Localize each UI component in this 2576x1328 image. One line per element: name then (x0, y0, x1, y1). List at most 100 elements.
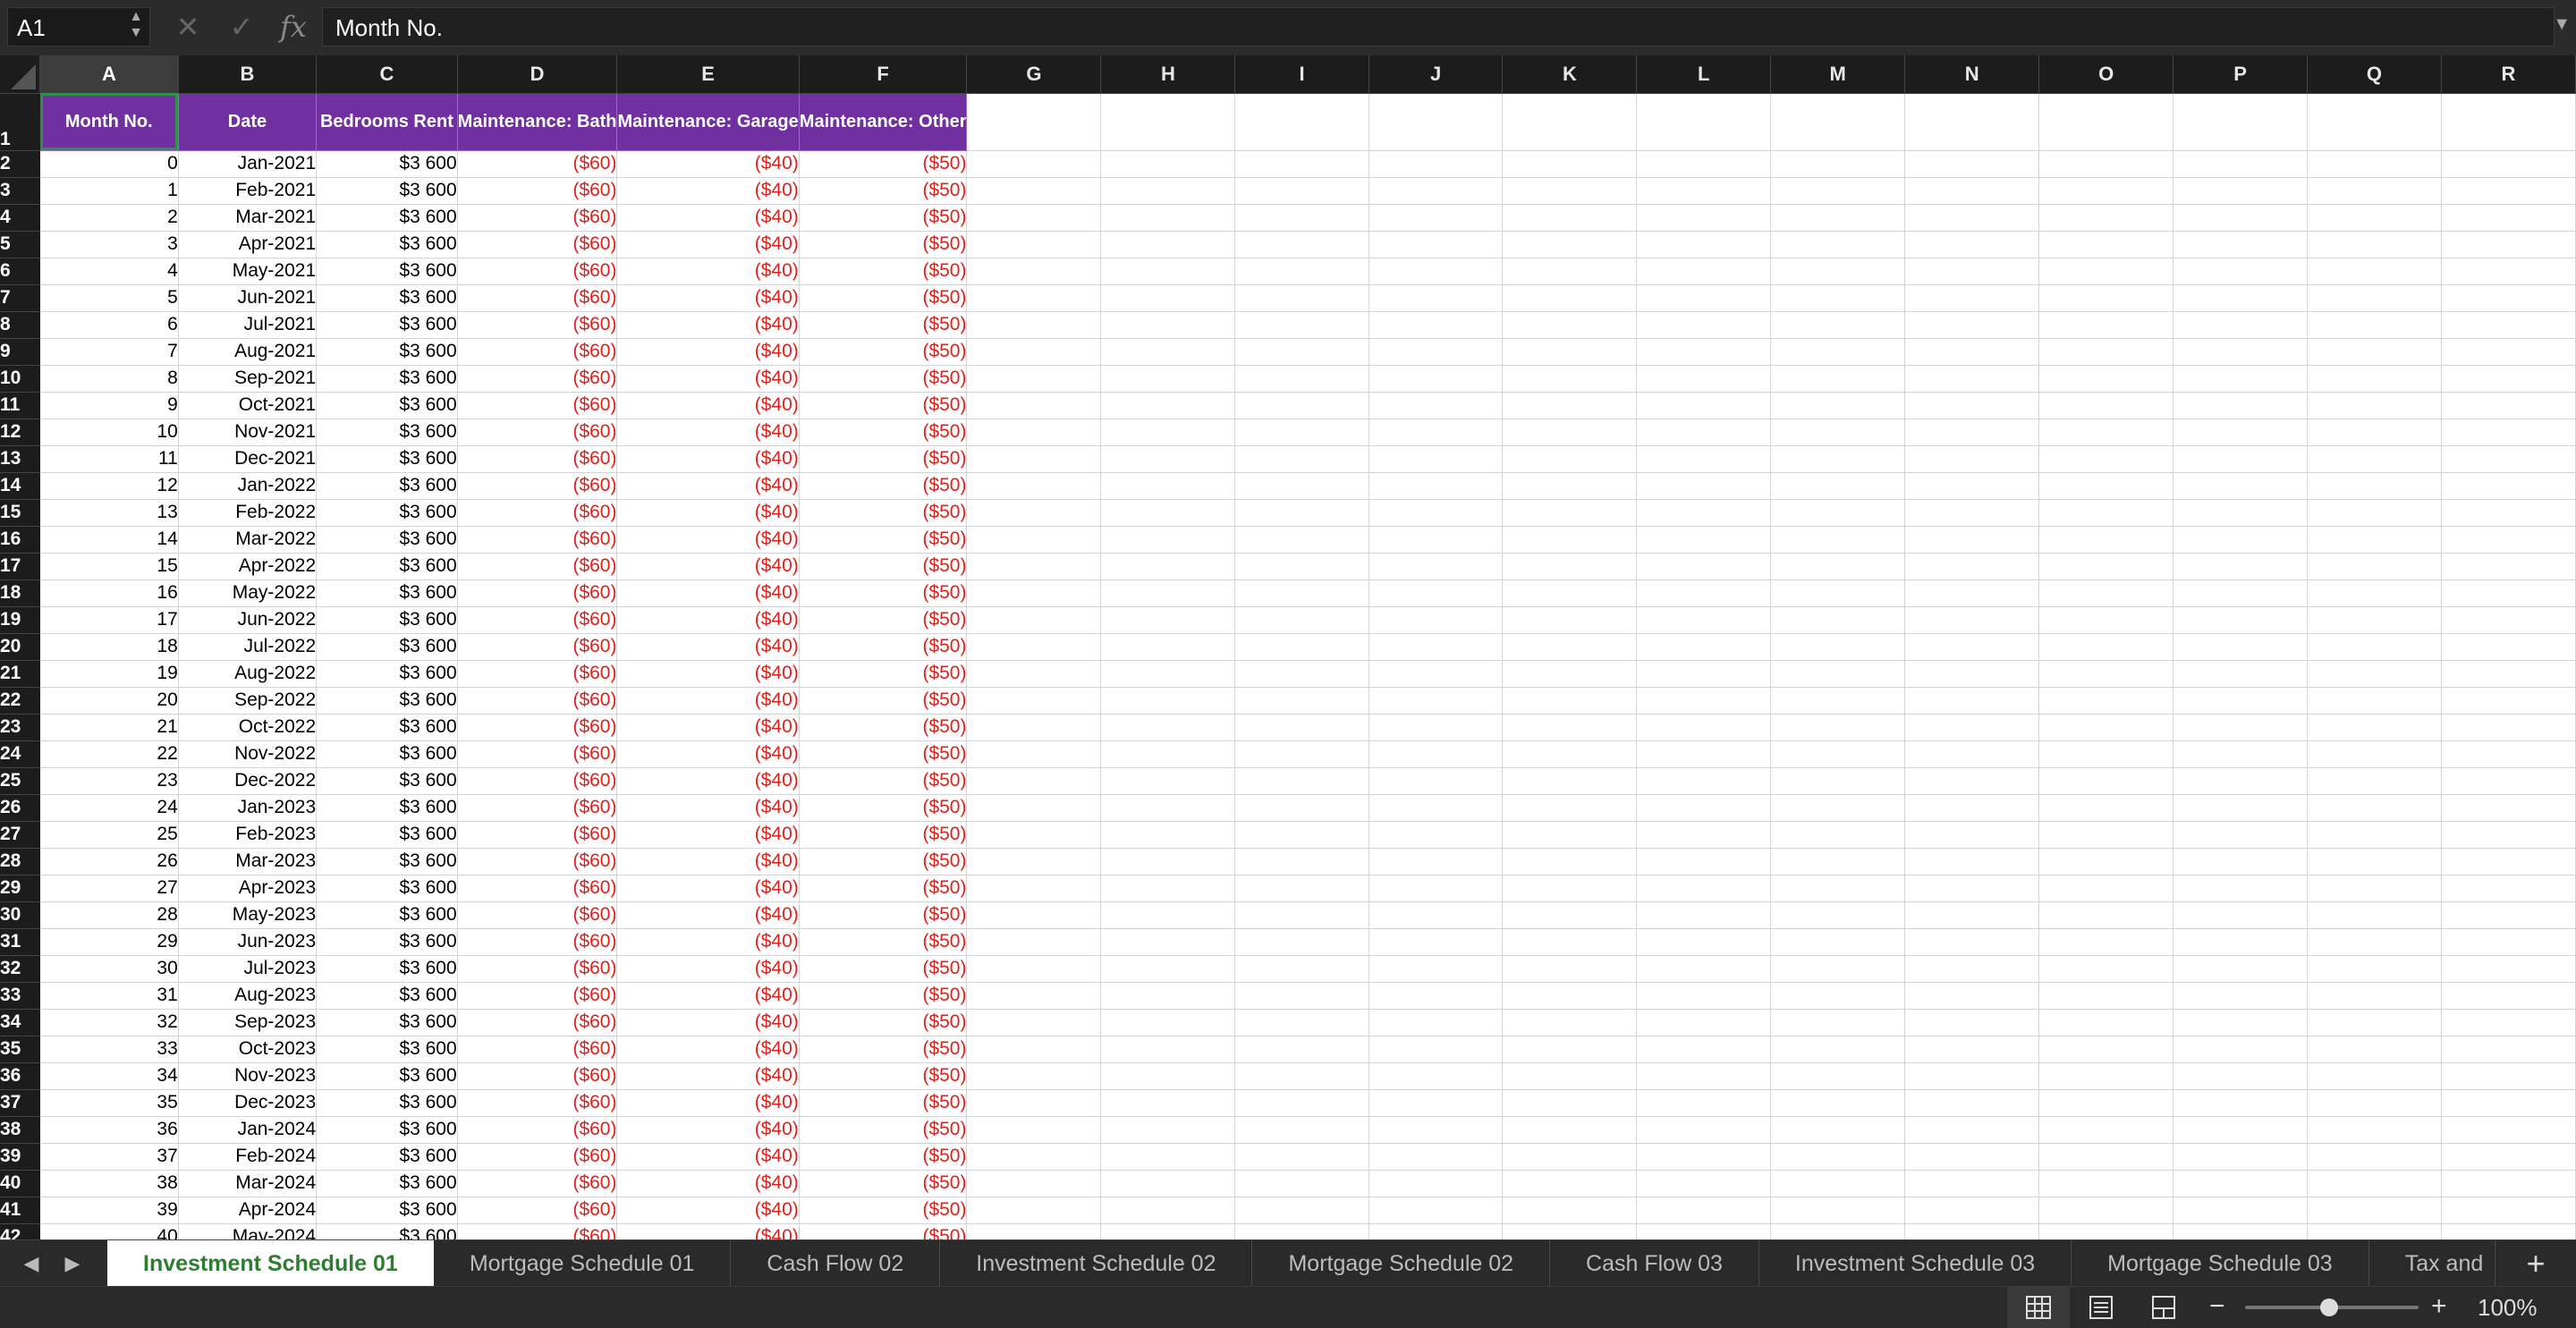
row-header[interactable]: 35 (0, 1036, 40, 1063)
cell[interactable] (2173, 1036, 2308, 1063)
cell[interactable]: 4 (39, 258, 179, 285)
cell[interactable]: ($40) (616, 714, 800, 741)
cell[interactable] (1502, 445, 1638, 473)
cell[interactable]: 0 (39, 150, 179, 178)
cell[interactable] (2173, 875, 2308, 902)
cell[interactable]: ($60) (457, 1089, 618, 1117)
cell[interactable] (1368, 955, 1504, 983)
cell[interactable] (966, 204, 1102, 232)
cell[interactable] (1502, 258, 1638, 285)
cell[interactable]: $3 600 (316, 150, 458, 178)
cell[interactable]: Apr-2021 (178, 231, 318, 258)
cell[interactable] (1904, 982, 2040, 1010)
cell[interactable]: $3 600 (316, 1197, 458, 1224)
cell[interactable] (1904, 875, 2040, 902)
cell[interactable] (2441, 1197, 2576, 1224)
cell[interactable]: ($50) (799, 579, 968, 607)
cell[interactable] (1770, 767, 1906, 795)
stepper-down-icon[interactable]: ▼ (125, 25, 147, 41)
cell[interactable] (2038, 606, 2174, 634)
cell[interactable] (2173, 231, 2308, 258)
cell[interactable]: ($40) (616, 1223, 800, 1239)
cell[interactable]: $3 600 (316, 1143, 458, 1171)
cell[interactable]: $3 600 (316, 714, 458, 741)
prev-sheet-icon[interactable]: ◀ (18, 1249, 45, 1278)
cell[interactable] (2038, 1036, 2174, 1063)
cell[interactable] (1770, 579, 1906, 607)
cell[interactable] (1234, 1197, 1369, 1224)
cell[interactable] (2441, 392, 2576, 419)
row-header[interactable]: 18 (0, 579, 40, 607)
cell[interactable] (1502, 472, 1638, 500)
row-header[interactable]: 25 (0, 767, 40, 795)
cell[interactable] (2038, 982, 2174, 1010)
cell[interactable] (1234, 848, 1369, 875)
cell[interactable]: Jun-2021 (178, 284, 318, 312)
cell[interactable]: $3 600 (316, 177, 458, 205)
cell[interactable] (1502, 1170, 1638, 1197)
cell[interactable] (1234, 472, 1369, 500)
cell[interactable] (1368, 231, 1504, 258)
cell[interactable] (1636, 204, 1772, 232)
cell[interactable] (2173, 499, 2308, 527)
cell[interactable]: ($50) (799, 472, 968, 500)
cell[interactable]: ($60) (457, 392, 618, 419)
cell[interactable] (2307, 875, 2442, 902)
cell[interactable] (1502, 499, 1638, 527)
cell[interactable] (2441, 258, 2576, 285)
cell[interactable]: $3 600 (316, 311, 458, 339)
cell[interactable] (1904, 311, 2040, 339)
cell[interactable]: ($60) (457, 1036, 618, 1063)
cell[interactable] (2173, 982, 2308, 1010)
cell[interactable]: $3 600 (316, 1062, 458, 1090)
row-header[interactable]: 26 (0, 794, 40, 822)
cell[interactable]: ($50) (799, 1036, 968, 1063)
cell[interactable]: $3 600 (316, 284, 458, 312)
cell[interactable] (2307, 579, 2442, 607)
cell[interactable] (1368, 901, 1504, 929)
cell[interactable] (1100, 955, 1236, 983)
cell[interactable] (2307, 767, 2442, 795)
cell[interactable] (1636, 93, 1772, 151)
row-header[interactable]: 20 (0, 633, 40, 661)
cell[interactable] (2173, 1170, 2308, 1197)
cell[interactable] (1904, 1089, 2040, 1117)
cell[interactable] (1770, 1170, 1906, 1197)
cell[interactable]: 5 (39, 284, 179, 312)
row-header[interactable]: 15 (0, 499, 40, 527)
cell[interactable] (1904, 955, 2040, 983)
cell[interactable] (966, 338, 1102, 366)
formula-expand-icon[interactable]: ▼ (2553, 14, 2571, 35)
sheet-tab[interactable]: Investment Schedule 03 (1759, 1240, 2072, 1287)
row-header[interactable]: 1 (0, 93, 40, 151)
cell[interactable] (1770, 687, 1906, 715)
cell[interactable] (1770, 365, 1906, 393)
cell[interactable] (2441, 901, 2576, 929)
cell[interactable] (2038, 1062, 2174, 1090)
cell[interactable] (1368, 928, 1504, 956)
cell[interactable] (1636, 687, 1772, 715)
cell[interactable] (1904, 1170, 2040, 1197)
cell[interactable] (1770, 177, 1906, 205)
cell[interactable]: 19 (39, 660, 179, 688)
cell[interactable] (1636, 767, 1772, 795)
cell[interactable] (1770, 419, 1906, 446)
cell[interactable]: ($60) (457, 445, 618, 473)
cell[interactable]: 28 (39, 901, 179, 929)
cell[interactable]: ($40) (616, 848, 800, 875)
cell[interactable] (1368, 633, 1504, 661)
cell[interactable]: Jul-2022 (178, 633, 318, 661)
cell[interactable] (2441, 1036, 2576, 1063)
cell[interactable] (966, 177, 1102, 205)
cell[interactable] (1502, 284, 1638, 312)
cell[interactable] (1904, 794, 2040, 822)
cell[interactable] (1368, 1143, 1504, 1171)
cell[interactable]: ($60) (457, 1062, 618, 1090)
column-header-p[interactable]: P (2173, 55, 2308, 94)
cell[interactable]: ($60) (457, 633, 618, 661)
header-cell[interactable]: Month No. (39, 93, 179, 151)
cell[interactable] (2038, 875, 2174, 902)
column-header-o[interactable]: O (2038, 55, 2174, 94)
cell[interactable]: May-2023 (178, 901, 318, 929)
cell[interactable] (2038, 955, 2174, 983)
